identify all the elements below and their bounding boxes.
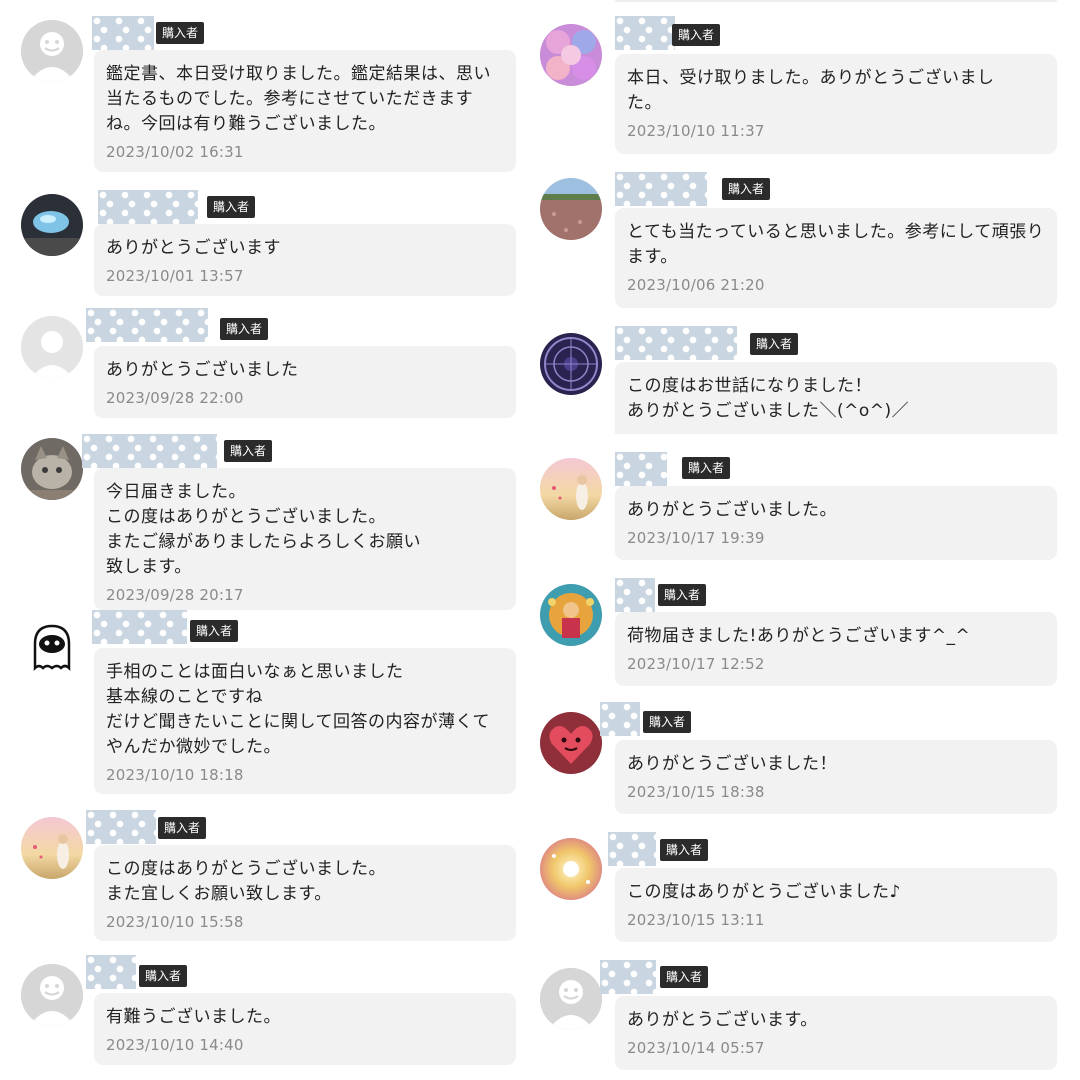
review-bubble: この度はお世話になりました！ ありがとうございました＼(^o^)／	[615, 362, 1057, 434]
review-date: 2023/10/15 13:11	[627, 911, 765, 929]
review-comment: ありがとうございます。	[627, 1010, 818, 1030]
deity-avatar[interactable]	[540, 584, 602, 646]
review-bubble: この度はありがとうございました。 また宜しくお願い致します。 2023/10/1…	[94, 845, 516, 941]
masked-nickname	[615, 326, 737, 360]
purchaser-badge: 購入者	[682, 457, 731, 479]
sunset-avatar[interactable]	[21, 817, 83, 879]
masked-nickname	[615, 172, 707, 206]
masked-nickname	[98, 190, 198, 224]
review-bubble: ありがとうございました。 2023/10/17 19:39	[615, 486, 1057, 560]
purchaser-badge: 購入者	[158, 817, 207, 839]
review-bubble: ありがとうございました 2023/09/28 22:00	[94, 346, 516, 418]
review-column-left: 購入者 鑑定書、本日受け取りました。鑑定結果は、思い当たるものでした。参考にさせ…	[0, 0, 540, 1080]
review-comment: 鑑定書、本日受け取りました。鑑定結果は、思い当たるものでした。参考にさせていただ…	[106, 64, 491, 134]
review-comment: 今日届きました。 この度はありがとうございました。 またご縁がありましたらよろし…	[106, 482, 421, 577]
purchaser-badge: 購入者	[658, 584, 707, 606]
cat-avatar[interactable]	[21, 438, 83, 500]
review-comment: ありがとうございます	[106, 238, 281, 258]
purchaser-badge: 購入者	[672, 24, 721, 46]
masked-nickname	[82, 434, 217, 468]
review-date: 2023/10/17 12:52	[627, 655, 765, 673]
review-date: 2023/10/10 18:18	[106, 766, 244, 784]
purchaser-badge: 購入者	[220, 318, 269, 340]
purchaser-badge: 購入者	[207, 196, 256, 218]
review-date: 2023/10/14 05:57	[627, 1039, 765, 1057]
masked-nickname	[615, 452, 667, 486]
review-comment: この度はありがとうございました。 また宜しくお願い致します。	[106, 859, 386, 904]
purchaser-badge: 購入者	[156, 22, 205, 44]
sparkle-avatar[interactable]	[540, 838, 602, 900]
masked-nickname	[608, 832, 656, 866]
sunset-avatar[interactable]	[540, 458, 602, 520]
default-avatar[interactable]	[21, 964, 83, 1026]
purchaser-badge: 購入者	[722, 178, 771, 200]
review-comment: とても当たっていると思いました。参考にして頑張ります。	[627, 222, 1045, 267]
review-date: 2023/10/15 18:38	[627, 783, 765, 801]
default-avatar[interactable]	[540, 968, 602, 1030]
masked-nickname	[600, 702, 640, 736]
zodiac-avatar[interactable]	[540, 333, 602, 395]
masked-nickname	[86, 810, 156, 844]
review-date: 2023/09/28 22:00	[106, 389, 244, 407]
review-bubble: 手相のことは面白いなぁと思いました 基本線のことですね だけど聞きたいことに関し…	[94, 648, 516, 794]
masked-nickname	[615, 578, 655, 612]
review-bubble: ありがとうございます 2023/10/01 13:57	[94, 224, 516, 296]
purchaser-badge: 購入者	[750, 333, 799, 355]
roses-avatar[interactable]	[540, 24, 602, 86]
ghost-avatar[interactable]	[21, 618, 83, 680]
masked-nickname	[86, 308, 208, 342]
review-comment: ありがとうございました！	[627, 754, 837, 774]
review-comment: 荷物届きました!ありがとうございます^_^	[627, 626, 971, 646]
field-avatar[interactable]	[540, 178, 602, 240]
review-bubble: とても当たっていると思いました。参考にして頑張ります。 2023/10/06 2…	[615, 208, 1057, 308]
masked-nickname	[92, 610, 187, 644]
crystal-avatar[interactable]	[21, 194, 83, 256]
review-date: 2023/10/01 13:57	[106, 267, 244, 285]
review-column-right: 購入者 本日、受け取りました。ありがとうございました。 2023/10/10 1…	[540, 0, 1080, 1080]
purchaser-badge: 購入者	[139, 965, 188, 987]
review-date: 2023/10/02 16:31	[106, 143, 244, 161]
masked-nickname	[86, 955, 136, 989]
review-comment: 有難うございました。	[106, 1007, 281, 1027]
default-avatar[interactable]	[21, 20, 83, 82]
review-date: 2023/10/17 19:39	[627, 529, 765, 547]
purchaser-badge: 購入者	[224, 440, 273, 462]
review-bubble: 今日届きました。 この度はありがとうございました。 またご縁がありましたらよろし…	[94, 468, 516, 610]
review-date: 2023/09/28 20:17	[106, 586, 244, 604]
review-bubble: ありがとうございました！ 2023/10/15 18:38	[615, 740, 1057, 814]
masked-nickname	[615, 16, 675, 50]
review-comment: 手相のことは面白いなぁと思いました 基本線のことですね だけど聞きたいことに関し…	[106, 662, 490, 757]
purchaser-badge: 購入者	[660, 839, 709, 861]
review-bubble: 荷物届きました!ありがとうございます^_^ 2023/10/17 12:52	[615, 612, 1057, 686]
review-date: 2023/10/06 21:20	[627, 276, 765, 294]
review-bubble: 有難うございました。 2023/10/10 14:40	[94, 993, 516, 1065]
masked-nickname	[92, 16, 154, 50]
review-comment: ありがとうございました	[106, 360, 299, 380]
purchaser-badge: 購入者	[660, 966, 709, 988]
review-bubble: 鑑定書、本日受け取りました。鑑定結果は、思い当たるものでした。参考にさせていただ…	[94, 50, 516, 172]
review-comment: この度はお世話になりました！ ありがとうございました＼(^o^)／	[627, 376, 910, 421]
review-bubble: 本日、受け取りました。ありがとうございました。 2023/10/10 11:37	[615, 54, 1057, 154]
review-date: 2023/10/10 15:58	[106, 913, 244, 931]
silhouette-avatar[interactable]	[21, 316, 83, 378]
masked-nickname	[600, 960, 656, 994]
review-comment: 本日、受け取りました。ありがとうございました。	[627, 68, 995, 113]
review-date: 2023/10/10 11:37	[627, 122, 765, 140]
review-bubble: ありがとうございます。 2023/10/14 05:57	[615, 996, 1057, 1070]
heart-avatar[interactable]	[540, 712, 602, 774]
purchaser-badge: 購入者	[643, 711, 692, 733]
review-comment: ありがとうございました。	[627, 500, 837, 520]
review-date: 2023/10/10 14:40	[106, 1036, 244, 1054]
review-bubble: この度はありがとうございました♪ 2023/10/15 13:11	[615, 868, 1057, 942]
purchaser-badge: 購入者	[190, 620, 239, 642]
review-comment: この度はありがとうございました♪	[627, 882, 901, 902]
